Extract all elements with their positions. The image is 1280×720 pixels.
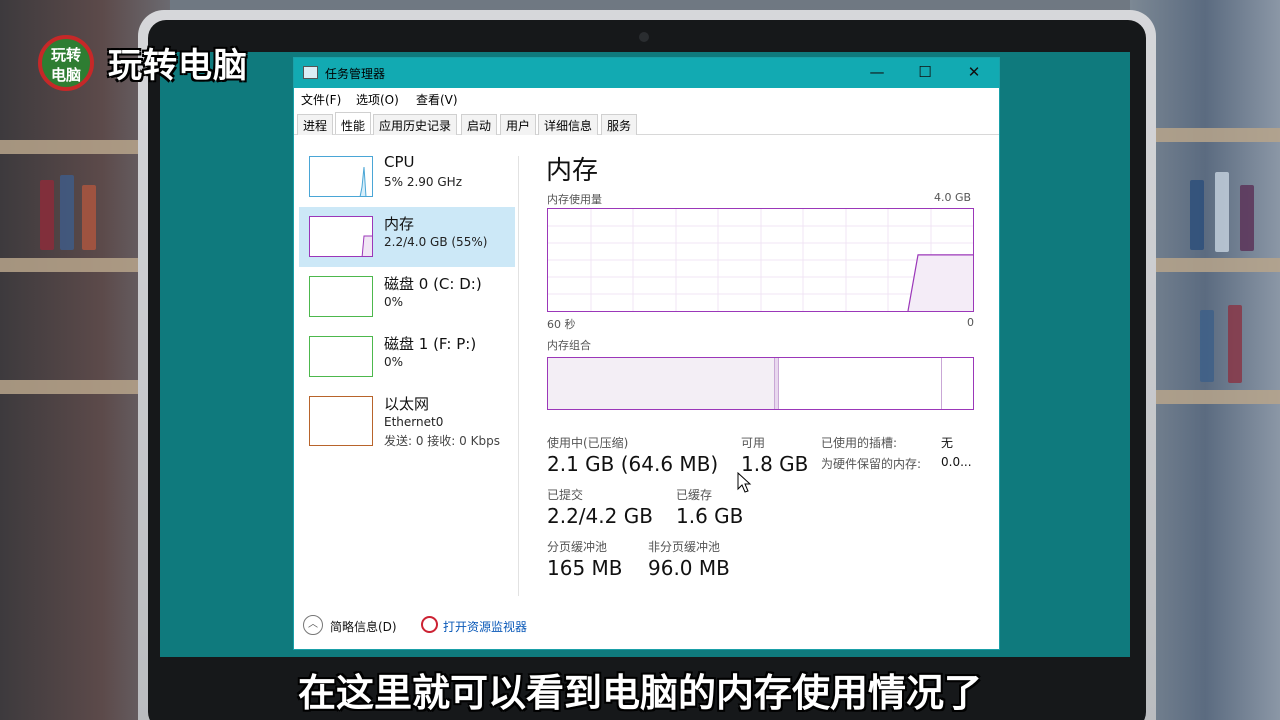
- shelf-board: [1156, 128, 1280, 142]
- nonpaged-pool-label: 非分页缓冲池: [648, 540, 721, 554]
- webcam: [639, 32, 649, 42]
- sidebar-item-disk-1[interactable]: 磁盘 1 (F: P:) 0%: [299, 327, 515, 387]
- tab-bar: 进程 性能 应用历史记录 启动 用户 详细信息 服务: [294, 112, 999, 135]
- sidebar-item-label: 以太网: [384, 395, 430, 413]
- menu-file[interactable]: 文件(F): [301, 91, 341, 108]
- graph-time-end: 0: [967, 316, 974, 329]
- open-resource-monitor-link[interactable]: 打开资源监视器: [443, 618, 527, 635]
- graph-time-start: 60 秒: [547, 318, 576, 331]
- shelf-board: [1156, 258, 1280, 272]
- task-manager-window: 任务管理器 — ☐ ✕ 文件(F) 选项(O) 查看(V) 进程 性能 应用历史…: [293, 57, 1000, 650]
- logo-badge-line2: 电脑: [50, 66, 81, 84]
- book: [60, 175, 74, 250]
- disk0-mini-graph: [309, 276, 373, 317]
- memory-page-title: 内存: [546, 156, 599, 186]
- title-bar[interactable]: 任务管理器 — ☐ ✕: [294, 58, 999, 88]
- sidebar-item-label: 磁盘 0 (C: D:): [384, 275, 482, 293]
- memory-mini-graph-line: [361, 235, 372, 256]
- book: [1215, 172, 1229, 252]
- available-label: 可用: [741, 436, 766, 450]
- memory-usage-graph-svg: [548, 209, 973, 312]
- cpu-mini-graph: [309, 156, 373, 197]
- sidebar-item-cpu[interactable]: CPU 5% 2.90 GHz: [299, 147, 515, 207]
- book: [40, 180, 54, 250]
- committed-label: 已提交: [547, 488, 584, 502]
- sidebar-item-throughput: 发送: 0 接收: 0 Kbps: [384, 434, 500, 448]
- tab-services[interactable]: 服务: [601, 114, 638, 135]
- chevron-up-icon[interactable]: ︿: [303, 615, 323, 635]
- tab-processes[interactable]: 进程: [297, 114, 334, 135]
- minimize-button[interactable]: —: [854, 58, 900, 88]
- slots-used-value: 无: [941, 436, 954, 450]
- resource-monitor-icon[interactable]: [421, 616, 438, 633]
- maximize-button[interactable]: ☐: [902, 58, 948, 88]
- cached-label: 已缓存: [676, 488, 713, 502]
- sidebar-item-disk-0[interactable]: 磁盘 0 (C: D:) 0%: [299, 267, 515, 327]
- task-manager-icon: [303, 66, 318, 79]
- composition-standby-divider: [941, 358, 942, 409]
- memory-usage-area: [908, 254, 973, 311]
- channel-logo-text: 玩转电脑: [108, 46, 248, 86]
- hardware-reserved-value: 0.0...: [941, 455, 972, 469]
- shelf-board: [0, 140, 140, 154]
- slots-used-label: 已使用的插槽:: [821, 436, 898, 450]
- menu-options[interactable]: 选项(O): [356, 91, 399, 108]
- book: [1240, 185, 1254, 251]
- logo-badge-line1: 玩转: [50, 46, 81, 64]
- in-use-value: 2.1 GB (64.6 MB): [547, 452, 719, 476]
- shelf-board: [0, 258, 140, 272]
- menu-view[interactable]: 查看(V): [416, 91, 458, 108]
- in-use-label: 使用中(已压缩): [547, 436, 629, 450]
- ethernet-mini-graph: [309, 396, 373, 446]
- tab-users[interactable]: 用户: [500, 114, 537, 135]
- sidebar-item-detail: 0%: [384, 295, 404, 309]
- memory-mini-graph: [309, 216, 373, 257]
- sidebar-item-detail: Ethernet0: [384, 415, 444, 429]
- sidebar-item-label: 磁盘 1 (F: P:): [384, 335, 477, 353]
- sidebar-item-ethernet[interactable]: 以太网 Ethernet0 发送: 0 接收: 0 Kbps: [299, 387, 515, 448]
- panel-divider[interactable]: [518, 156, 519, 596]
- memory-composition-bar: [547, 357, 974, 410]
- mouse-cursor-icon: [737, 472, 752, 493]
- cached-value: 1.6 GB: [676, 504, 744, 528]
- usage-graph-label: 内存使用量: [547, 193, 602, 206]
- committed-value: 2.2/4.2 GB: [547, 504, 653, 528]
- paged-pool-value: 165 MB: [547, 556, 623, 580]
- tab-details[interactable]: 详细信息: [538, 114, 599, 135]
- sidebar-item-label: CPU: [384, 153, 415, 171]
- shelf-board: [0, 380, 140, 394]
- tab-startup[interactable]: 启动: [461, 114, 498, 135]
- sidebar-item-detail: 2.2/4.0 GB (55%): [384, 235, 488, 249]
- sidebar-item-label: 内存: [384, 215, 415, 233]
- memory-usage-graph: [547, 208, 974, 312]
- window-title: 任务管理器: [325, 67, 386, 81]
- book: [1200, 310, 1214, 382]
- composition-label: 内存组合: [547, 339, 591, 352]
- tab-performance[interactable]: 性能: [335, 112, 372, 134]
- nonpaged-pool-value: 96.0 MB: [648, 556, 730, 580]
- tab-app-history[interactable]: 应用历史记录: [373, 114, 458, 135]
- menu-bar: 文件(F) 选项(O) 查看(V): [294, 88, 999, 110]
- paged-pool-label: 分页缓冲池: [547, 540, 608, 554]
- shelf-board: [1156, 390, 1280, 404]
- hardware-reserved-label: 为硬件保留的内存:: [821, 457, 922, 471]
- book: [82, 185, 96, 250]
- sidebar-item-memory[interactable]: 内存 2.2/4.0 GB (55%): [299, 207, 515, 267]
- sidebar-item-detail: 5% 2.90 GHz: [384, 175, 463, 189]
- disk1-mini-graph: [309, 336, 373, 377]
- cpu-mini-graph-line: [359, 166, 367, 196]
- sidebar-item-detail: 0%: [384, 355, 404, 369]
- book: [1228, 305, 1242, 383]
- composition-modified: [774, 358, 779, 409]
- window-footer: ︿ 简略信息(D) 打开资源监视器: [294, 610, 999, 650]
- close-button[interactable]: ✕: [951, 58, 997, 88]
- book: [1190, 180, 1204, 250]
- fewer-details-button[interactable]: 简略信息(D): [330, 618, 397, 635]
- usage-graph-max: 4.0 GB: [934, 191, 972, 204]
- composition-in-use: [548, 358, 774, 409]
- video-subtitle: 在这里就可以看到电脑的内存使用情况了: [297, 671, 982, 715]
- channel-logo-badge: 玩转 电脑: [38, 35, 94, 91]
